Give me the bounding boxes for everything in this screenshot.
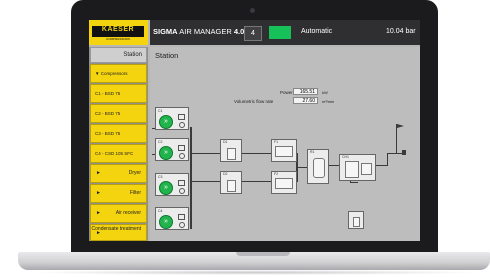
sidebar-item-station[interactable]: Station [90,47,147,63]
dryer-label: Dryer [128,170,141,176]
condensate-valve-icon [361,163,372,175]
pipe-line [192,181,220,182]
filter-label: Filter [129,190,141,196]
app-title: SIGMA AIR MANAGER 4.0 [153,27,244,36]
pipe-line [242,153,272,154]
sidebar-item-air-receiver[interactable]: ► Air receiver [90,204,147,223]
flow-value: 27.60 [293,97,318,104]
pipe-line [350,182,358,183]
filter-f2-label: F2 [274,172,279,176]
compressor-running-icon: » [159,115,173,129]
compressor-c2[interactable]: C2 » [155,138,189,161]
compressor-status-icon [178,114,185,120]
sidebar-item-c3[interactable]: C3 - BSD 75 [90,124,147,143]
logo-text: KAESER [92,26,144,37]
condensate-tank-icon [345,161,359,178]
power-label: Power [280,90,293,95]
pipe-line [190,127,192,229]
receiver-tank-icon [313,158,325,178]
compressor-c4-label: C4 [158,209,163,213]
pipe-line [387,153,388,166]
sidebar-item-c1[interactable]: C1 - BSD 75 [90,84,147,103]
app-version: 4.0 [233,27,245,36]
flow-arrow-icon [402,150,406,155]
access-level-badge[interactable]: 4 [244,26,262,41]
compressor-status-icon [178,145,185,151]
air-receiver-r1[interactable]: R1 [307,149,329,184]
compressor-running-icon: » [159,215,173,229]
compressor-status-icon [178,180,185,186]
pipe-line [329,165,339,166]
condensate-ch1[interactable]: CH1 [339,154,376,181]
sidebar-item-c4[interactable]: C4 - CSD 105 SFC [90,144,147,163]
pipe-line [242,181,272,182]
mode-label: Automatic [301,28,333,35]
camera-icon [250,8,255,13]
dryer-d1-label: D1 [223,140,228,144]
filter-f1-label: F1 [274,140,279,144]
compressors-label: Compressors [100,71,128,76]
info-icon [179,188,185,194]
compressor-running-icon: » [159,146,173,160]
laptop-base [18,252,490,270]
filter-icon [275,146,293,157]
app-title-bold: SIGMA [153,27,178,36]
compressor-c2-label: C2 [158,140,163,144]
page-title: Station [155,51,179,60]
compressor-c3-label: C3 [158,175,163,179]
air-receiver-r1-label: R1 [310,150,315,154]
pipe-line [192,153,220,154]
outlet-flag-pole [396,124,397,132]
condensate-ch1-label: CH1 [342,155,350,159]
compressor-status-icon [178,214,185,220]
laptop-shadow [30,270,480,275]
dryer-d1[interactable]: D1 [220,139,242,162]
dryer-icon [227,180,236,192]
kaeser-logo: KAESER COMPRESSORS [89,20,148,45]
air-receiver-label: Air receiver [115,210,141,216]
compressor-c3[interactable]: C3 » [155,173,189,196]
status-indicator [269,26,291,39]
sidebar-item-dryer[interactable]: ► Dryer [90,164,147,183]
sidebar-item-compressors[interactable]: ▼ Compressors [90,64,147,83]
station-diagram-panel: Station Power 165.51 kW Volumetric flow … [150,47,420,241]
arrow-right-icon: ► [96,210,101,216]
compressor-running-icon: » [159,181,173,195]
dryer-icon [227,148,236,160]
drain-unit[interactable] [348,211,364,229]
outlet-flag-icon [397,124,404,128]
pressure-readout: 10.04 bar [386,28,416,35]
info-icon [179,153,185,159]
sidebar-item-condensate[interactable]: ► Condensate treatment [90,224,147,241]
arrow-right-icon: ► [96,190,101,196]
info-icon [179,122,185,128]
app-title-rest: AIR MANAGER [177,27,234,36]
dryer-d2[interactable]: D2 [220,171,242,194]
filter-f2[interactable]: F2 [271,171,297,194]
arrow-right-icon: ► [96,230,101,236]
drain-icon [353,217,360,227]
sidebar-item-filter[interactable]: ► Filter [90,184,147,203]
compressor-c1[interactable]: C1 » [155,107,189,130]
info-icon [179,222,185,228]
filter-f1[interactable]: F1 [271,139,297,162]
dryer-d2-label: D2 [223,172,228,176]
power-value: 165.51 [293,88,318,95]
flow-unit: m³/min [322,99,335,104]
power-unit: kW [322,90,328,95]
sidebar: Station ▼ Compressors C1 - BSD 75 C2 - B… [89,47,148,241]
logo-subtext: COMPRESSORS [106,37,130,41]
arrow-right-icon: ► [96,170,101,176]
filter-icon [275,178,293,189]
pipe-line [296,167,307,168]
pipe-line [396,129,397,153]
sidebar-item-c2[interactable]: C2 - BSD 75 [90,104,147,123]
compressor-c1-label: C1 [158,109,163,113]
compressor-c4[interactable]: C4 » [155,207,189,230]
flow-label: Volumetric flow rate [234,99,274,104]
laptop-base-notch [236,252,290,256]
screen: KAESER COMPRESSORS SIGMA AIR MANAGER 4.0… [89,20,420,241]
